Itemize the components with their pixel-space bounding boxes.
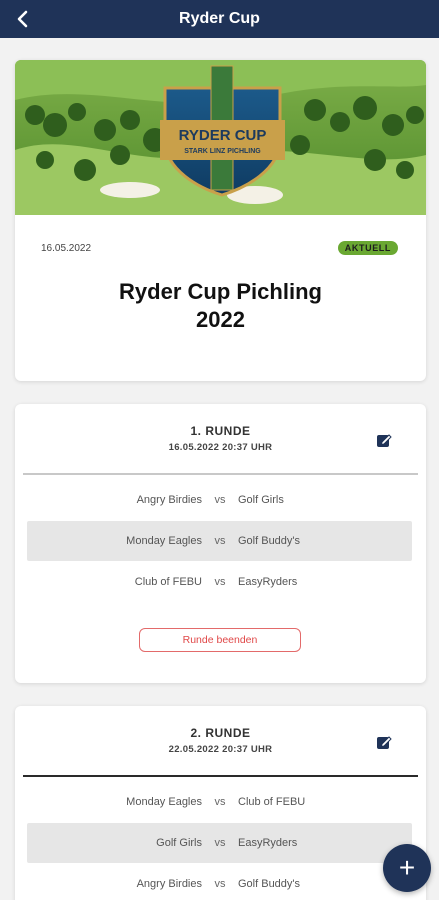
event-date: 16.05.2022 [41,243,92,254]
match-row[interactable]: Golf Girls vs EasyRyders [27,823,412,863]
divider [23,473,418,475]
round-name: 1. RUNDE [190,424,251,438]
add-round-button[interactable]: + [383,844,431,892]
vs-label: vs [214,494,226,506]
app-header: Ryder Cup [0,0,439,38]
away-team: Golf Buddy's [238,535,301,547]
round-name: 2. RUNDE [190,726,251,740]
away-team: Club of FEBU [238,796,306,808]
status-badge: AKTUELL [337,241,398,255]
round-header: 1. RUNDE 16.05.2022 20:37 UHR [15,424,426,453]
back-button[interactable] [10,6,36,32]
event-cover-image: RYDER CUP STARK LINZ PICHLING [15,60,426,215]
vs-label: vs [214,796,226,808]
end-round-button[interactable]: Runde beenden [139,628,301,652]
round-datetime: 16.05.2022 20:37 UHR [168,442,273,453]
event-title-line1: Ryder Cup Pichling [119,279,322,304]
vs-label: vs [214,576,226,588]
round-datetime: 22.05.2022 20:37 UHR [168,744,273,755]
vs-label: vs [214,878,226,890]
plus-icon: + [398,852,416,883]
page-title: Ryder Cup [179,10,260,27]
chevron-left-icon [17,10,28,28]
home-team: Golf Girls [156,837,202,849]
divider [23,775,418,777]
match-row[interactable]: Angry Birdies vs Golf Girls [27,480,412,520]
match-row[interactable]: Angry Birdies vs Golf Buddy's [27,864,412,900]
event-title: Ryder Cup Pichling 2022 [15,278,426,334]
event-title-line2: 2022 [196,307,245,332]
edit-icon[interactable] [376,734,392,750]
round-card: 1. RUNDE 16.05.2022 20:37 UHR Angry Bird… [15,404,426,683]
edit-icon[interactable] [376,432,392,448]
away-team: EasyRyders [238,837,298,849]
home-team: Monday Eagles [126,535,202,547]
vs-label: vs [214,535,226,547]
home-team: Club of FEBU [134,576,202,588]
logo-text: RYDER CUP [179,127,267,144]
round-header: 2. RUNDE 22.05.2022 20:37 UHR [15,726,426,755]
round-card: 2. RUNDE 22.05.2022 20:37 UHR Monday Eag… [15,706,426,900]
logo-subtext: STARK LINZ PICHLING [184,148,261,155]
home-team: Monday Eagles [126,796,202,808]
match-row[interactable]: Club of FEBU vs EasyRyders [27,562,412,602]
vs-label: vs [214,837,226,849]
match-row[interactable]: Monday Eagles vs Club of FEBU [27,782,412,822]
home-team: Angry Birdies [136,878,202,890]
event-card[interactable]: RYDER CUP STARK LINZ PICHLING 16.05.2022… [15,60,426,381]
away-team: Golf Girls [238,494,284,506]
away-team: EasyRyders [238,576,298,588]
match-row[interactable]: Monday Eagles vs Golf Buddy's [27,521,412,561]
home-team: Angry Birdies [136,494,202,506]
